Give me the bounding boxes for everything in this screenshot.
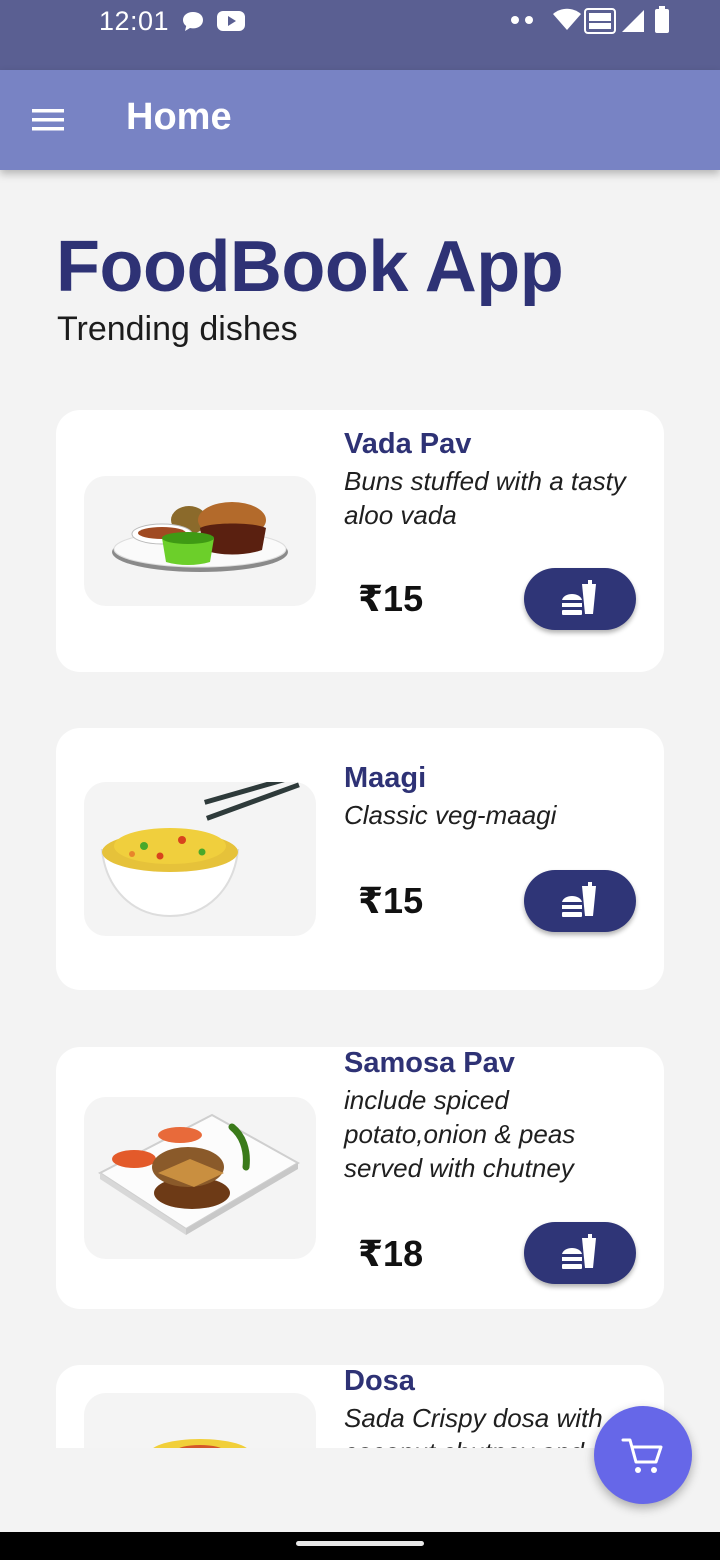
dish-price: ₹15 [358,880,424,921]
fastfood-icon [562,580,596,615]
cart-button[interactable] [594,1406,692,1504]
dish-name: Samosa Pav [344,1047,515,1079]
fastfood-icon [562,1234,596,1269]
dish-description: Buns stuffed with a tasty aloo vada [344,466,626,530]
main-content[interactable]: FoodBook App Trending dishes Vada Pav Bu… [0,170,720,1448]
youtube-notification-icon [217,11,245,31]
home-gesture-handle[interactable] [296,1541,424,1546]
dish-card[interactable]: Maagi Classic veg-maagi ₹15 [56,728,664,990]
battery-icon [655,6,669,33]
dish-card[interactable]: Dosa Sada Crispy dosa with coconut chutn… [56,1365,664,1448]
vowifi-icon [584,8,616,34]
status-time: 12:01 [99,6,170,36]
dish-description: include spiced potato,onion & peas serve… [344,1085,576,1183]
dish-price: ₹15 [358,578,424,619]
system-navigation-bar [0,1532,720,1560]
dish-price: ₹18 [358,1233,424,1274]
chat-notification-icon [183,12,203,31]
status-bar: 12:01 [0,0,720,70]
app-bar-title: Home [126,96,232,138]
dosa-image [84,1393,316,1448]
samosa-pav-image [84,1097,316,1259]
dish-name: Dosa [344,1365,415,1397]
dish-name: Vada Pav [344,428,472,460]
page-subtitle: Trending dishes [57,310,298,348]
page-title: FoodBook App [56,227,564,307]
hamburger-menu-icon[interactable] [28,104,70,136]
dish-description: Classic veg-maagi [344,800,557,830]
dish-card[interactable]: Vada Pav Buns stuffed with a tasty aloo … [56,410,664,672]
add-to-cart-button[interactable] [524,568,636,630]
wifi-icon [553,8,581,30]
app-bar: Home [0,70,720,170]
dish-card[interactable]: Samosa Pav include spiced potato,onion &… [56,1047,664,1309]
dish-name: Maagi [344,762,427,794]
add-to-cart-button[interactable] [524,1222,636,1284]
cart-icon [621,1438,663,1473]
vada-pav-image [84,476,316,606]
signal-icon [622,10,644,32]
maagi-image [84,782,316,936]
dots-icon [511,16,533,24]
fastfood-icon [562,882,596,917]
add-to-cart-button[interactable] [524,870,636,932]
